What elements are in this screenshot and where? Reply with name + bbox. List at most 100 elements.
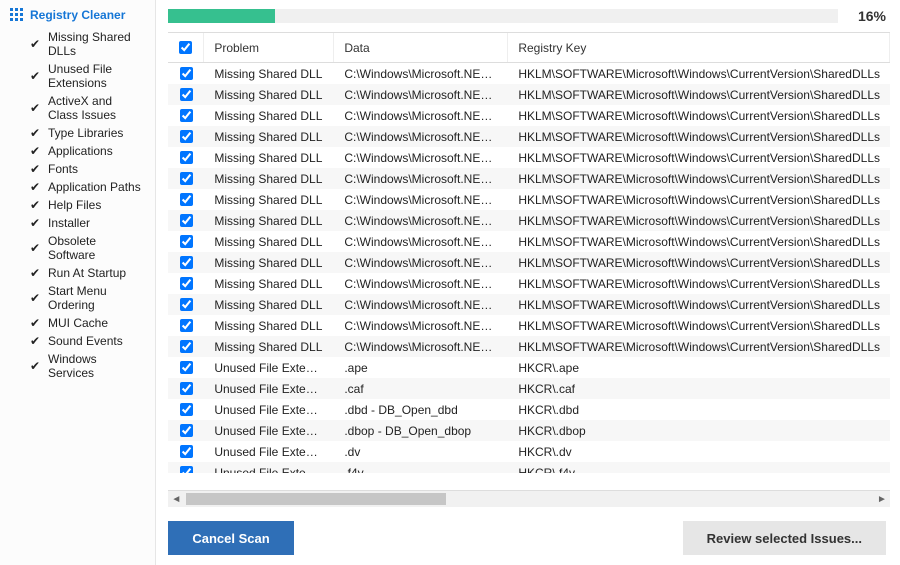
sidebar-item[interactable]: ✔Windows Services bbox=[30, 350, 145, 382]
header-problem[interactable]: Problem bbox=[204, 33, 334, 62]
select-all-checkbox[interactable] bbox=[179, 41, 192, 54]
cell-data: .dbop - DB_Open_dbop bbox=[334, 424, 508, 438]
cell-problem: Missing Shared DLL bbox=[204, 67, 334, 81]
row-checkbox[interactable] bbox=[180, 445, 193, 458]
row-checkbox[interactable] bbox=[180, 277, 193, 290]
check-icon: ✔ bbox=[30, 241, 40, 255]
cell-problem: Missing Shared DLL bbox=[204, 172, 334, 186]
table-row[interactable]: Missing Shared DLLC:\Windows\Microsoft.N… bbox=[168, 105, 890, 126]
check-icon: ✔ bbox=[30, 162, 40, 176]
sidebar-item[interactable]: ✔Applications bbox=[30, 142, 145, 160]
row-checkbox[interactable] bbox=[180, 193, 193, 206]
cell-data: C:\Windows\Microsoft.NET\Fra... bbox=[334, 151, 508, 165]
scroll-thumb[interactable] bbox=[186, 493, 446, 505]
cell-key: HKCR\.dbd bbox=[508, 403, 890, 417]
check-icon: ✔ bbox=[30, 359, 40, 373]
cancel-scan-button[interactable]: Cancel Scan bbox=[168, 521, 293, 555]
header-key[interactable]: Registry Key bbox=[508, 33, 890, 62]
table-row[interactable]: Missing Shared DLLC:\Windows\Microsoft.N… bbox=[168, 336, 890, 357]
cell-data: C:\Windows\Microsoft.NET\Fra... bbox=[334, 67, 508, 81]
row-checkbox-cell bbox=[168, 88, 204, 101]
row-checkbox[interactable] bbox=[180, 298, 193, 311]
sidebar-item[interactable]: ✔Application Paths bbox=[30, 178, 145, 196]
cell-data: C:\Windows\Microsoft.NET\Fra... bbox=[334, 130, 508, 144]
cell-key: HKLM\SOFTWARE\Microsoft\Windows\CurrentV… bbox=[508, 193, 890, 207]
row-checkbox[interactable] bbox=[180, 172, 193, 185]
cell-key: HKLM\SOFTWARE\Microsoft\Windows\CurrentV… bbox=[508, 88, 890, 102]
row-checkbox[interactable] bbox=[180, 340, 193, 353]
table-row[interactable]: Missing Shared DLLC:\Windows\Microsoft.N… bbox=[168, 273, 890, 294]
row-checkbox[interactable] bbox=[180, 424, 193, 437]
table-row[interactable]: Unused File Extension.dbop - DB_Open_dbo… bbox=[168, 420, 890, 441]
sidebar-item[interactable]: ✔Fonts bbox=[30, 160, 145, 178]
scroll-left-icon[interactable]: ◄ bbox=[168, 491, 184, 507]
cell-data: C:\Windows\Microsoft.NET\Fra... bbox=[334, 193, 508, 207]
sidebar-item[interactable]: ✔Help Files bbox=[30, 196, 145, 214]
table-row[interactable]: Missing Shared DLLC:\Windows\Microsoft.N… bbox=[168, 126, 890, 147]
sidebar-item[interactable]: ✔Obsolete Software bbox=[30, 232, 145, 264]
sidebar-item-label: MUI Cache bbox=[48, 316, 108, 330]
scroll-right-icon[interactable]: ► bbox=[874, 491, 890, 507]
cell-data: C:\Windows\Microsoft.NET\Fra... bbox=[334, 109, 508, 123]
table-row[interactable]: Missing Shared DLLC:\Windows\Microsoft.N… bbox=[168, 294, 890, 315]
progress-percent: 16% bbox=[846, 8, 886, 24]
table-row[interactable]: Missing Shared DLLC:\Windows\Microsoft.N… bbox=[168, 84, 890, 105]
sidebar-item[interactable]: ✔Start Menu Ordering bbox=[30, 282, 145, 314]
horizontal-scrollbar[interactable]: ◄ ► bbox=[168, 491, 890, 507]
row-checkbox-cell bbox=[168, 151, 204, 164]
sidebar-header[interactable]: Registry Cleaner bbox=[10, 8, 145, 22]
row-checkbox[interactable] bbox=[180, 109, 193, 122]
cell-data: .dv bbox=[334, 445, 508, 459]
row-checkbox[interactable] bbox=[180, 235, 193, 248]
check-icon: ✔ bbox=[30, 266, 40, 280]
table-row[interactable]: Unused File Extension.dvHKCR\.dv bbox=[168, 441, 890, 462]
sidebar-item[interactable]: ✔Missing Shared DLLs bbox=[30, 28, 145, 60]
progress-row: 16% bbox=[156, 8, 890, 32]
row-checkbox[interactable] bbox=[180, 67, 193, 80]
cell-data: C:\Windows\Microsoft.NET\Fra... bbox=[334, 256, 508, 270]
sidebar: Registry Cleaner ✔Missing Shared DLLs✔Un… bbox=[0, 0, 156, 565]
sidebar-item[interactable]: ✔Run At Startup bbox=[30, 264, 145, 282]
table-row[interactable]: Missing Shared DLLC:\Windows\Microsoft.N… bbox=[168, 189, 890, 210]
row-checkbox[interactable] bbox=[180, 214, 193, 227]
table-row[interactable]: Missing Shared DLLC:\Windows\Microsoft.N… bbox=[168, 168, 890, 189]
sidebar-item[interactable]: ✔Unused File Extensions bbox=[30, 60, 145, 92]
row-checkbox[interactable] bbox=[180, 130, 193, 143]
table-row[interactable]: Missing Shared DLLC:\Windows\Microsoft.N… bbox=[168, 210, 890, 231]
cell-data: .caf bbox=[334, 382, 508, 396]
cell-key: HKCR\.ape bbox=[508, 361, 890, 375]
row-checkbox[interactable] bbox=[180, 403, 193, 416]
row-checkbox-cell bbox=[168, 445, 204, 458]
check-icon: ✔ bbox=[30, 144, 40, 158]
row-checkbox[interactable] bbox=[180, 382, 193, 395]
row-checkbox[interactable] bbox=[180, 319, 193, 332]
row-checkbox-cell bbox=[168, 319, 204, 332]
cell-data: C:\Windows\Microsoft.NET\Fra... bbox=[334, 277, 508, 291]
table-row[interactable]: Missing Shared DLLC:\Windows\Microsoft.N… bbox=[168, 315, 890, 336]
table-row[interactable]: Unused File Extension.cafHKCR\.caf bbox=[168, 378, 890, 399]
table-row[interactable]: Unused File Extension.f4vHKCR\.f4v bbox=[168, 462, 890, 473]
check-icon: ✔ bbox=[30, 101, 40, 115]
row-checkbox[interactable] bbox=[180, 256, 193, 269]
row-checkbox[interactable] bbox=[180, 88, 193, 101]
row-checkbox[interactable] bbox=[180, 466, 193, 473]
review-issues-button[interactable]: Review selected Issues... bbox=[683, 521, 886, 555]
table-row[interactable]: Unused File Extension.apeHKCR\.ape bbox=[168, 357, 890, 378]
row-checkbox[interactable] bbox=[180, 361, 193, 374]
table-row[interactable]: Missing Shared DLLC:\Windows\Microsoft.N… bbox=[168, 231, 890, 252]
check-icon: ✔ bbox=[30, 291, 40, 305]
cell-problem: Unused File Extension bbox=[204, 382, 334, 396]
sidebar-item[interactable]: ✔Sound Events bbox=[30, 332, 145, 350]
cell-problem: Missing Shared DLL bbox=[204, 151, 334, 165]
table-body[interactable]: Missing Shared DLLC:\Windows\Microsoft.N… bbox=[168, 63, 890, 473]
table-row[interactable]: Missing Shared DLLC:\Windows\Microsoft.N… bbox=[168, 147, 890, 168]
table-row[interactable]: Unused File Extension.dbd - DB_Open_dbdH… bbox=[168, 399, 890, 420]
table-row[interactable]: Missing Shared DLLC:\Windows\Microsoft.N… bbox=[168, 63, 890, 84]
sidebar-item[interactable]: ✔Installer bbox=[30, 214, 145, 232]
sidebar-item[interactable]: ✔ActiveX and Class Issues bbox=[30, 92, 145, 124]
header-data[interactable]: Data bbox=[334, 33, 508, 62]
sidebar-item[interactable]: ✔Type Libraries bbox=[30, 124, 145, 142]
sidebar-item[interactable]: ✔MUI Cache bbox=[30, 314, 145, 332]
row-checkbox[interactable] bbox=[180, 151, 193, 164]
table-row[interactable]: Missing Shared DLLC:\Windows\Microsoft.N… bbox=[168, 252, 890, 273]
